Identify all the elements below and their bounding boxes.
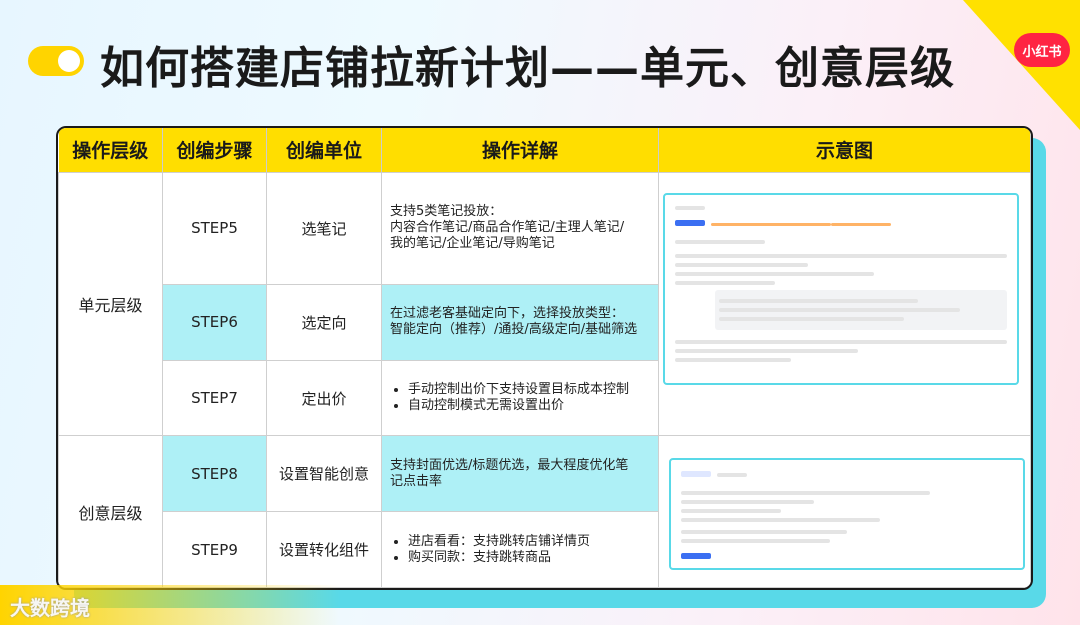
- unit-cell: 选笔记: [266, 171, 382, 285]
- header-level: 操作层级: [58, 128, 163, 172]
- table-row: 单元层级 STEP5 选笔记 支持5类笔记投放： 内容合作笔记/商品合作笔记/主…: [58, 171, 1031, 437]
- level-unit: 单元层级: [58, 171, 163, 437]
- footer-watermark-logo: 大数跨境: [10, 596, 90, 620]
- detail-cell: 支持5类笔记投放： 内容合作笔记/商品合作笔记/主理人笔记/ 我的笔记/企业笔记…: [381, 171, 659, 285]
- unit-cell: 设置转化组件: [266, 511, 382, 588]
- table-header-row: 操作层级 创编步骤 创编单位 操作详解 示意图: [58, 128, 1031, 172]
- demo-image-creative: [658, 435, 1031, 588]
- page-title: 如何搭建店铺拉新计划——单元、创意层级: [100, 43, 955, 94]
- toggle-decoration-icon: [28, 46, 84, 76]
- creative-settings-screenshot: [669, 458, 1025, 571]
- demo-image-unit: [658, 171, 1031, 437]
- steps-table: 操作层级 创编步骤 创编单位 操作详解 示意图 单元层级 STEP5 选笔记 支…: [58, 128, 1031, 588]
- header-unit: 创编单位: [266, 128, 382, 172]
- detail-cell: 在过滤老客基础定向下，选择投放类型： 智能定向（推荐）/通投/高级定向/基础筛选: [381, 283, 659, 361]
- detail-cell: 手动控制出价下支持设置目标成本控制 自动控制模式无需设置出价: [381, 359, 659, 437]
- detail-cell: 进店看看：支持跳转店铺详情页 购买同款：支持跳转商品: [381, 511, 659, 588]
- unit-settings-screenshot: [663, 192, 1019, 385]
- detail-cell: 支持封面优选/标题优选，最大程度优化笔 记点击率: [381, 435, 659, 513]
- steps-table-card: 操作层级 创编步骤 创编单位 操作详解 示意图 单元层级 STEP5 选笔记 支…: [56, 126, 1033, 590]
- level-creative: 创意层级: [58, 435, 163, 588]
- header-demo: 示意图: [658, 128, 1031, 172]
- header-step: 创编步骤: [162, 128, 267, 172]
- xiaohongshu-logo: 小红书: [1014, 33, 1070, 67]
- header-detail: 操作详解: [381, 128, 659, 172]
- unit-cell: 定出价: [266, 359, 382, 437]
- step-cell: STEP6: [162, 283, 267, 361]
- table-row: 创意层级 STEP8 设置智能创意 支持封面优选/标题优选，最大程度优化笔 记点…: [58, 435, 1031, 588]
- unit-cell: 设置智能创意: [266, 435, 382, 513]
- step-cell: STEP8: [162, 435, 267, 513]
- unit-cell: 选定向: [266, 283, 382, 361]
- step-cell: STEP7: [162, 359, 267, 437]
- step-cell: STEP5: [162, 171, 267, 285]
- step-cell: STEP9: [162, 511, 267, 588]
